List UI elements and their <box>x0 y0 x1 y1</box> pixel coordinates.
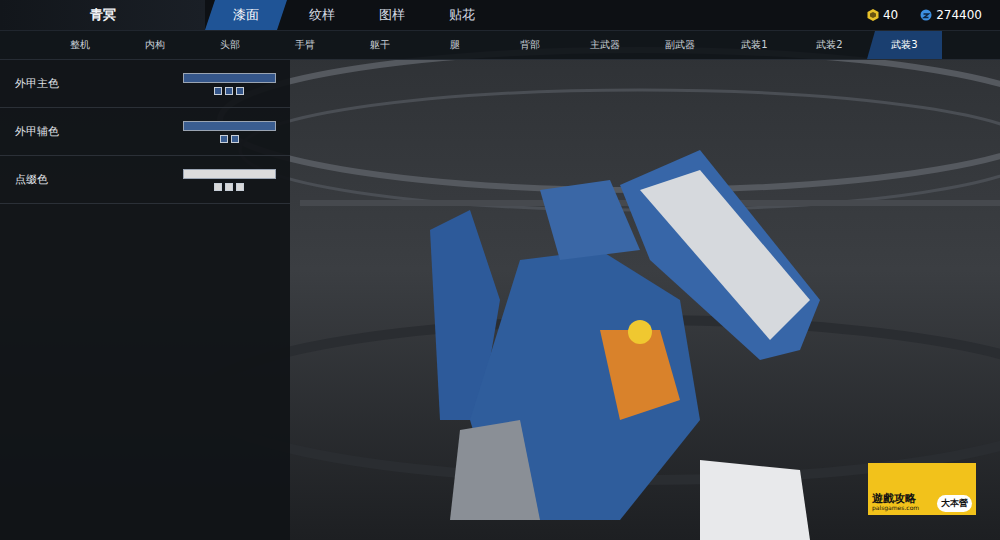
tab-label: 纹样 <box>309 6 335 24</box>
part-tab[interactable]: 躯干 <box>342 31 417 59</box>
paint-slot-row[interactable]: 外甲辅色 <box>0 108 290 156</box>
swatch-row <box>214 87 244 95</box>
currency-amount: 274400 <box>936 8 982 22</box>
currency: 40 <box>859 8 906 22</box>
part-tab-label: 内构 <box>145 38 165 52</box>
watermark-text: 遊戲攻略palsgames.com <box>872 493 919 512</box>
color-swatch[interactable] <box>214 183 222 191</box>
part-tab[interactable]: 背部 <box>492 31 567 59</box>
part-tab[interactable]: 武装2 <box>792 31 867 59</box>
currency: 274400 <box>912 8 990 22</box>
category-tab[interactable]: 贴花 <box>427 0 497 30</box>
tab-label: 图样 <box>379 6 405 24</box>
paint-slot-label: 外甲辅色 <box>15 124 59 139</box>
paint-panel: 外甲主色外甲辅色点缀色 <box>0 60 290 540</box>
color-swatch[interactable] <box>225 87 233 95</box>
category-tab[interactable]: 图样 <box>357 0 427 30</box>
color-picker[interactable] <box>182 169 276 191</box>
part-tab[interactable]: 武装3 <box>867 31 942 59</box>
paint-slot-row[interactable]: 点缀色 <box>0 156 290 204</box>
part-tab[interactable]: 武装1 <box>717 31 792 59</box>
part-tab-label: 副武器 <box>665 38 695 52</box>
part-tab-label: 头部 <box>220 38 240 52</box>
part-tab-label: 背部 <box>520 38 540 52</box>
watermark-title: 遊戲攻略 <box>872 493 919 505</box>
category-tab[interactable]: 纹样 <box>287 0 357 30</box>
swatch-row <box>214 183 244 191</box>
part-tab-label: 整机 <box>70 38 90 52</box>
part-tab-label: 腿 <box>450 38 460 52</box>
category-tab[interactable]: 漆面 <box>205 0 287 30</box>
watermark-url: palsgames.com <box>872 505 919 512</box>
part-tab[interactable]: 主武器 <box>567 31 642 59</box>
part-tab[interactable]: 内构 <box>117 31 192 59</box>
color-picker[interactable] <box>182 73 276 95</box>
color-bar[interactable] <box>183 121 276 131</box>
part-tab-label: 躯干 <box>370 38 390 52</box>
currency-amount: 40 <box>883 8 898 22</box>
watermark-badge: 大本營 <box>937 495 972 512</box>
tab-label: 漆面 <box>233 6 259 24</box>
paint-slot-label: 外甲主色 <box>15 76 59 91</box>
hex-coin-icon <box>867 9 879 21</box>
currency-group: 40 274400 <box>859 0 1000 30</box>
gem-coin-icon <box>920 9 932 21</box>
mech-title: 青冥 <box>0 0 205 30</box>
part-tab-bar: 整机 内构 头部 手臂 躯干 腿 背部 主武器 副武器 武装1 武装2 武装3 <box>0 31 1000 60</box>
tab-label: 贴花 <box>449 6 475 24</box>
color-picker[interactable] <box>182 121 276 143</box>
color-bar[interactable] <box>183 73 276 83</box>
paint-slot-row[interactable]: 外甲主色 <box>0 60 290 108</box>
part-tab[interactable]: 腿 <box>417 31 492 59</box>
color-swatch[interactable] <box>214 87 222 95</box>
swatch-row <box>220 135 239 143</box>
color-swatch[interactable] <box>236 183 244 191</box>
part-tab[interactable]: 头部 <box>192 31 267 59</box>
part-tab-label: 武装1 <box>741 38 767 52</box>
part-tab-label: 主武器 <box>590 38 620 52</box>
color-swatch[interactable] <box>220 135 228 143</box>
part-tab-label: 武装2 <box>816 38 842 52</box>
top-bar: 青冥 漆面 纹样 图样 贴花 40 274400 <box>0 0 1000 31</box>
color-bar[interactable] <box>183 169 276 179</box>
spacer <box>497 0 859 30</box>
part-tab-label: 武装3 <box>891 38 917 52</box>
part-tab[interactable]: 手臂 <box>267 31 342 59</box>
part-tab[interactable]: 副武器 <box>642 31 717 59</box>
paint-slot-label: 点缀色 <box>15 172 48 187</box>
part-tab[interactable]: 整机 <box>42 31 117 59</box>
color-swatch[interactable] <box>225 183 233 191</box>
color-swatch[interactable] <box>231 135 239 143</box>
watermark: 遊戲攻略palsgames.com 大本營 <box>868 463 976 515</box>
part-tab-label: 手臂 <box>295 38 315 52</box>
main-area: 外甲主色外甲辅色点缀色 <box>0 60 1000 540</box>
color-swatch[interactable] <box>236 87 244 95</box>
